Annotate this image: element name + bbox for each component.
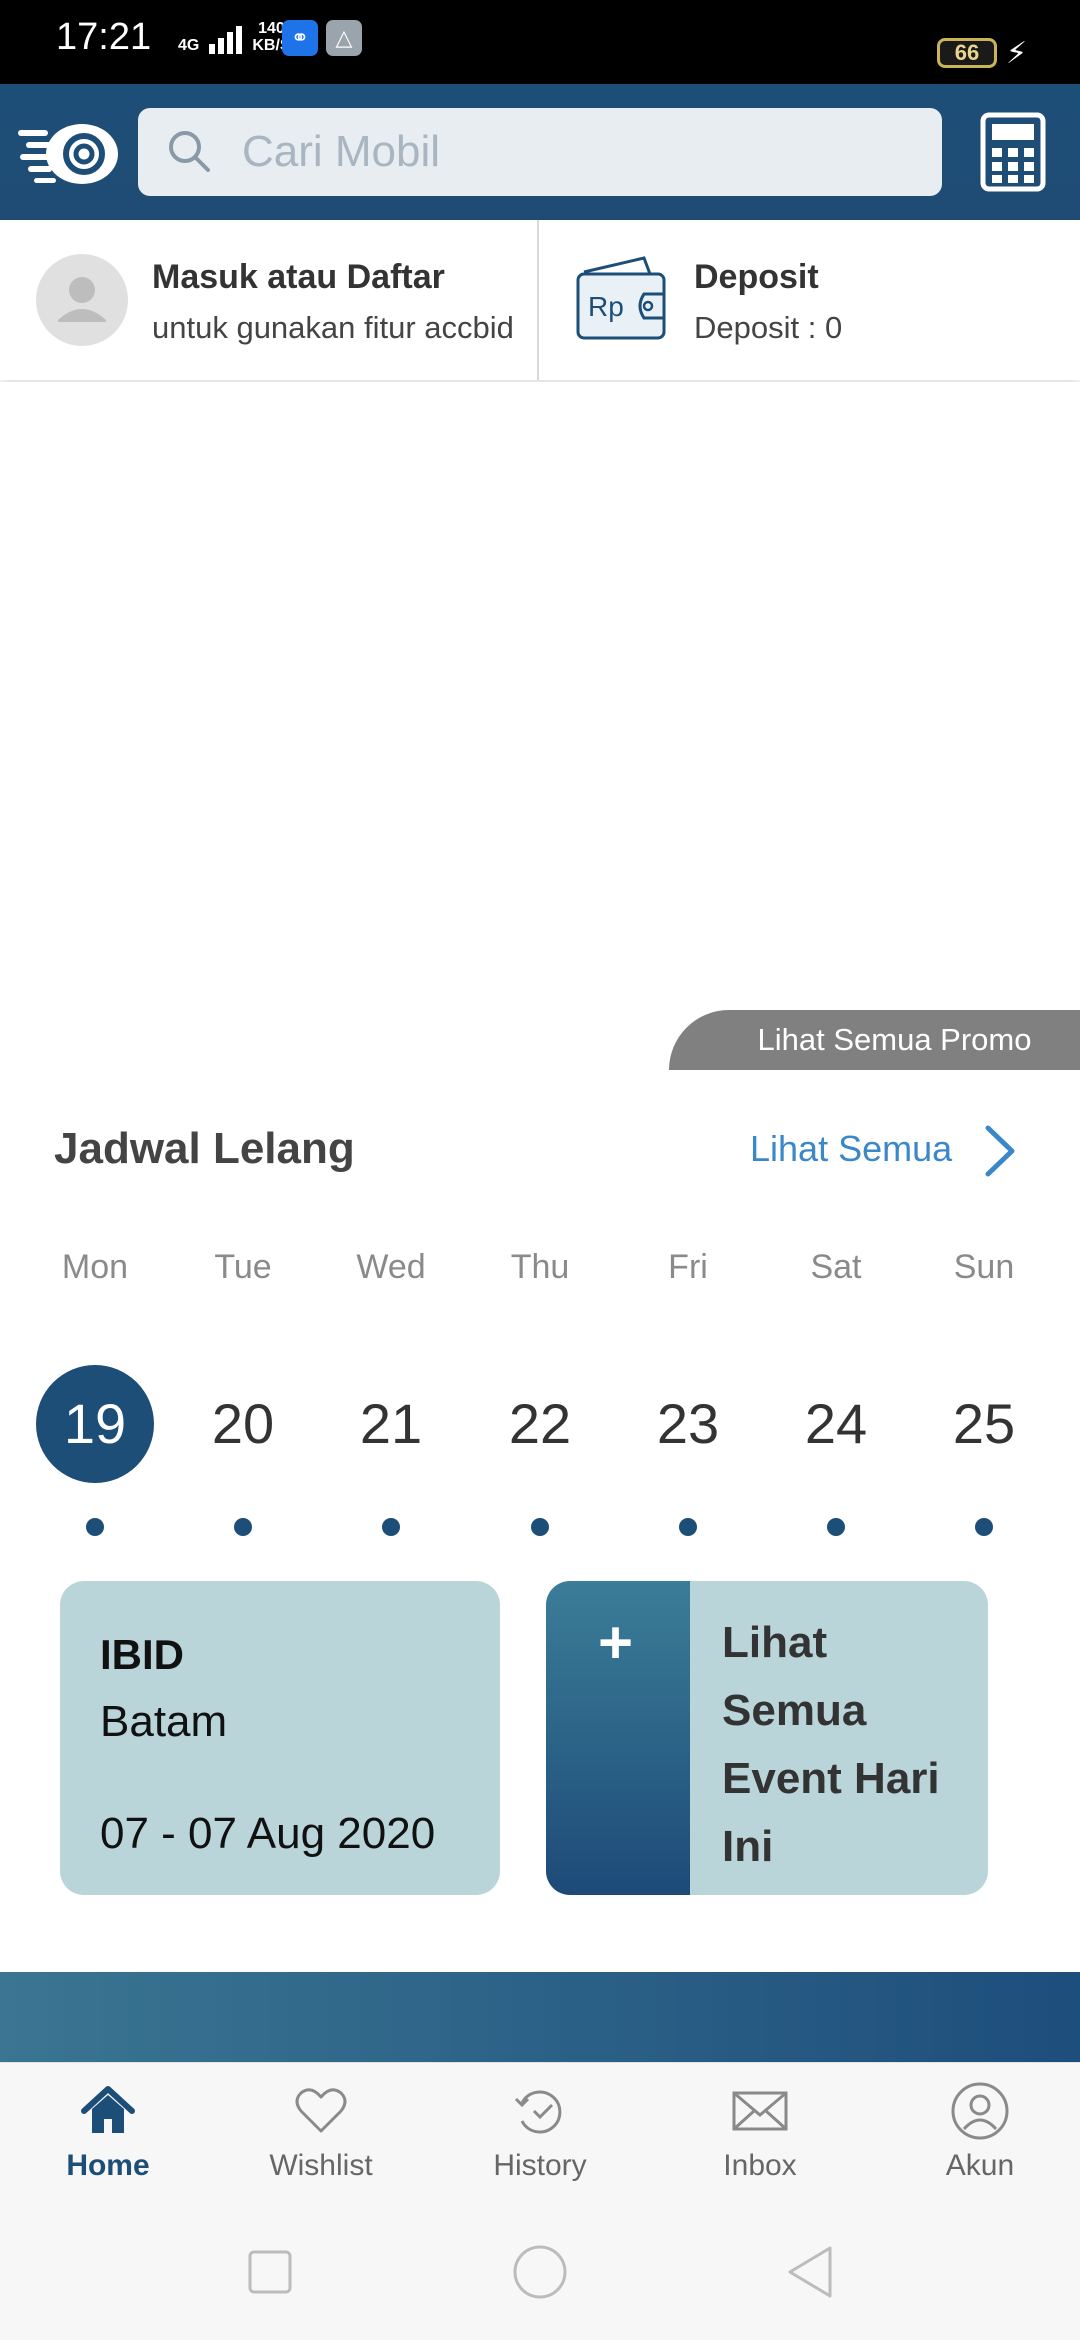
- see-all-promo-button[interactable]: Lihat Semua Promo: [669, 1010, 1080, 1070]
- bottom-navigation: Home Wishlist History Inbox Akun: [0, 2062, 1080, 2205]
- chevron-right-icon[interactable]: [982, 1122, 1018, 1180]
- event-dot: [827, 1518, 845, 1536]
- plus-icon: +: [598, 1609, 634, 1676]
- usb-icon: ⚭: [282, 20, 318, 56]
- date-row: 19 20 21 22 23 24 25: [0, 1365, 1080, 1485]
- card-accent-strip: +: [546, 1581, 690, 1895]
- nav-label: Wishlist: [269, 2149, 373, 2182]
- user-placeholder-icon: [58, 277, 106, 322]
- battery-icon: 66: [937, 38, 997, 68]
- status-time: 17:21: [56, 16, 152, 58]
- network-type: 4G: [178, 37, 200, 54]
- user-icon: [951, 2082, 1009, 2140]
- network-indicator: 4G 140 KB/S: [178, 20, 291, 54]
- schedule-see-all-link[interactable]: Lihat Semua: [750, 1128, 952, 1170]
- avatar: [36, 254, 128, 346]
- login-section[interactable]: Masuk atau Daftar untuk gunakan fitur ac…: [0, 220, 537, 380]
- app-header: [0, 84, 1080, 220]
- nav-item-akun[interactable]: Akun: [872, 2063, 1080, 2205]
- event-dot: [382, 1518, 400, 1536]
- event-organizer: IBID: [100, 1631, 184, 1678]
- heart-icon: [295, 2088, 347, 2133]
- search-icon: [169, 131, 210, 172]
- event-dot: [975, 1518, 993, 1536]
- see-all-events-today-card[interactable]: + Lihat Semua Event Hari Ini: [546, 1581, 988, 1895]
- event-dot: [679, 1518, 697, 1536]
- deposit-section[interactable]: Rp Deposit Deposit : 0: [539, 220, 1080, 380]
- weekday-label: Wed: [356, 1248, 426, 1286]
- promo-banner[interactable]: [0, 382, 1080, 1010]
- deposit-title: Deposit: [694, 258, 819, 296]
- date-selected[interactable]: 19: [36, 1365, 154, 1483]
- event-dot: [234, 1518, 252, 1536]
- login-subtitle: untuk gunakan fitur accbid: [152, 310, 514, 345]
- history-icon: [514, 2090, 562, 2134]
- nav-item-wishlist[interactable]: Wishlist: [213, 2063, 429, 2205]
- status-bar: 17:21 4G 140 KB/S ⚭ △ 66 ⚡: [0, 0, 1080, 84]
- search-bar[interactable]: [138, 108, 942, 196]
- weekday-label: Sat: [810, 1248, 862, 1286]
- nav-label: Inbox: [723, 2149, 797, 2182]
- charging-icon: ⚡: [1006, 37, 1028, 70]
- mail-icon: [732, 2091, 788, 2131]
- system-navigation: [0, 2204, 1080, 2340]
- bottom-banner: [0, 1972, 1080, 2062]
- date-item[interactable]: 20: [184, 1365, 302, 1483]
- event-card[interactable]: IBID Batam 07 - 07 Aug 2020: [60, 1581, 500, 1895]
- event-dot: [531, 1518, 549, 1536]
- weekday-label: Thu: [510, 1248, 570, 1286]
- weekday-row: Mon Tue Wed Thu Fri Sat Sun: [0, 1248, 1080, 1298]
- event-date-range: 07 - 07 Aug 2020: [100, 1809, 436, 1858]
- event-location: Batam: [100, 1697, 228, 1746]
- see-all-events-label: Lihat Semua Event Hari Ini: [722, 1618, 940, 1871]
- date-item[interactable]: 22: [481, 1365, 599, 1483]
- nav-item-home[interactable]: Home: [0, 2063, 216, 2205]
- nav-item-inbox[interactable]: Inbox: [652, 2063, 868, 2205]
- search-input[interactable]: [242, 108, 922, 196]
- nav-label: History: [493, 2149, 587, 2182]
- wallet-icon: Rp: [576, 256, 666, 340]
- date-item[interactable]: 23: [629, 1365, 747, 1483]
- account-panel: Masuk atau Daftar untuk gunakan fitur ac…: [0, 220, 1080, 380]
- back-icon[interactable]: [780, 2242, 840, 2302]
- home-button-icon[interactable]: [510, 2242, 570, 2302]
- app-logo-icon[interactable]: [16, 118, 120, 190]
- schedule-title: Jadwal Lelang: [54, 1124, 355, 1173]
- date-item[interactable]: 24: [777, 1365, 895, 1483]
- weekday-label: Fri: [668, 1248, 708, 1286]
- svg-text:Rp: Rp: [588, 291, 624, 322]
- drive-icon: △: [326, 20, 362, 56]
- nav-label: Akun: [945, 2149, 1015, 2182]
- recents-icon[interactable]: [240, 2242, 300, 2302]
- calculator-icon[interactable]: [980, 112, 1046, 192]
- event-dot: [86, 1518, 104, 1536]
- deposit-value: Deposit : 0: [694, 310, 843, 345]
- nav-label: Home: [66, 2149, 150, 2182]
- weekday-label: Tue: [214, 1248, 272, 1286]
- weekday-label: Sun: [953, 1248, 1015, 1286]
- date-item[interactable]: 25: [925, 1365, 1043, 1483]
- signal-icon: [209, 24, 243, 54]
- home-icon: [81, 2086, 135, 2133]
- nav-item-history[interactable]: History: [432, 2063, 648, 2205]
- login-title: Masuk atau Daftar: [152, 258, 445, 296]
- weekday-label: Mon: [61, 1248, 129, 1286]
- date-item[interactable]: 21: [332, 1365, 450, 1483]
